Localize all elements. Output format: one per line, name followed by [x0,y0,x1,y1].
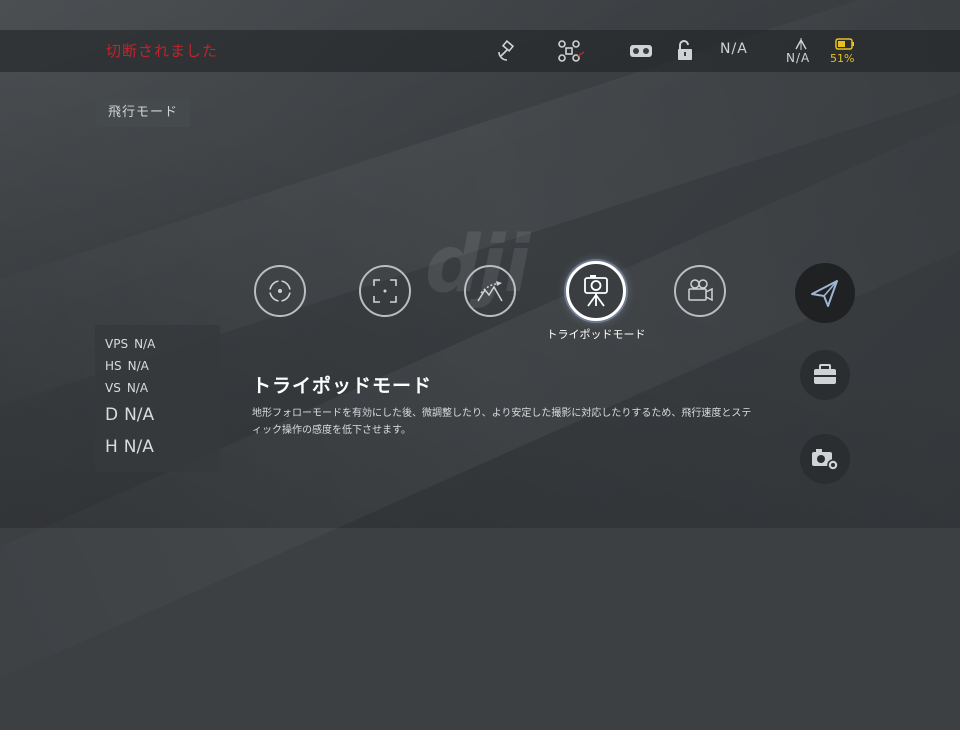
send-button[interactable] [795,263,855,323]
camera-settings-button[interactable] [800,434,850,484]
tapfly-icon [373,279,397,303]
telemetry-height: H N/A [105,437,154,457]
send-icon [811,280,838,307]
telemetry-label: D [105,405,119,425]
telemetry-value: N/A [134,337,156,351]
vr-goggles-icon[interactable] [628,38,654,64]
battery-icon [835,36,855,50]
mode-button-cinematic[interactable] [674,265,726,317]
telemetry-value: N/A [127,359,149,373]
mode-button-tripod[interactable] [566,261,626,321]
telemetry-vs: VS N/A [105,381,148,395]
signal-value: N/A [720,41,748,57]
toolbox-button[interactable] [800,350,850,400]
telemetry-vps: VPS N/A [105,337,155,351]
mode-description-body: 地形フォローモードを有効にした後、微調整したり、より安定した撮影に対応したりする… [252,408,752,436]
top-status-bar: 切断されました N/A N/A 51% [0,30,960,72]
satellite-icon [495,38,521,64]
telemetry-label: HS [105,359,122,373]
telemetry-panel: VPS N/A HS N/A VS N/A D N/A H N/A [95,325,220,472]
mode-caption: トライポッドモード [546,328,646,341]
mode-button-tapfly[interactable] [359,265,411,317]
battery-percent: 51% [830,52,855,65]
cinematic-icon [688,279,713,302]
telemetry-label: VPS [105,337,129,351]
telemetry-label: VS [105,381,121,395]
mode-description-title: トライポッドモード [252,375,433,397]
unlock-icon[interactable] [672,38,698,64]
mode-button-point-of-interest[interactable] [254,265,306,317]
tripod-icon [584,275,608,307]
height-value: N/A [786,51,811,65]
terrain-follow-icon [477,281,503,302]
aircraft-icon [556,38,585,64]
telemetry-distance: D N/A [105,405,154,425]
connection-status: 切断されました [106,42,219,60]
telemetry-label: H [105,437,118,457]
point-of-interest-icon [268,279,292,303]
height-icon [792,36,810,50]
telemetry-value: N/A [123,437,154,457]
telemetry-value: N/A [124,405,155,425]
camera-settings-icon [812,449,839,471]
telemetry-hs: HS N/A [105,359,149,373]
mode-button-terrain-follow[interactable] [464,265,516,317]
telemetry-value: N/A [126,381,149,395]
flight-mode-badge[interactable]: 飛行モード [96,99,190,127]
toolbox-icon [814,364,836,384]
